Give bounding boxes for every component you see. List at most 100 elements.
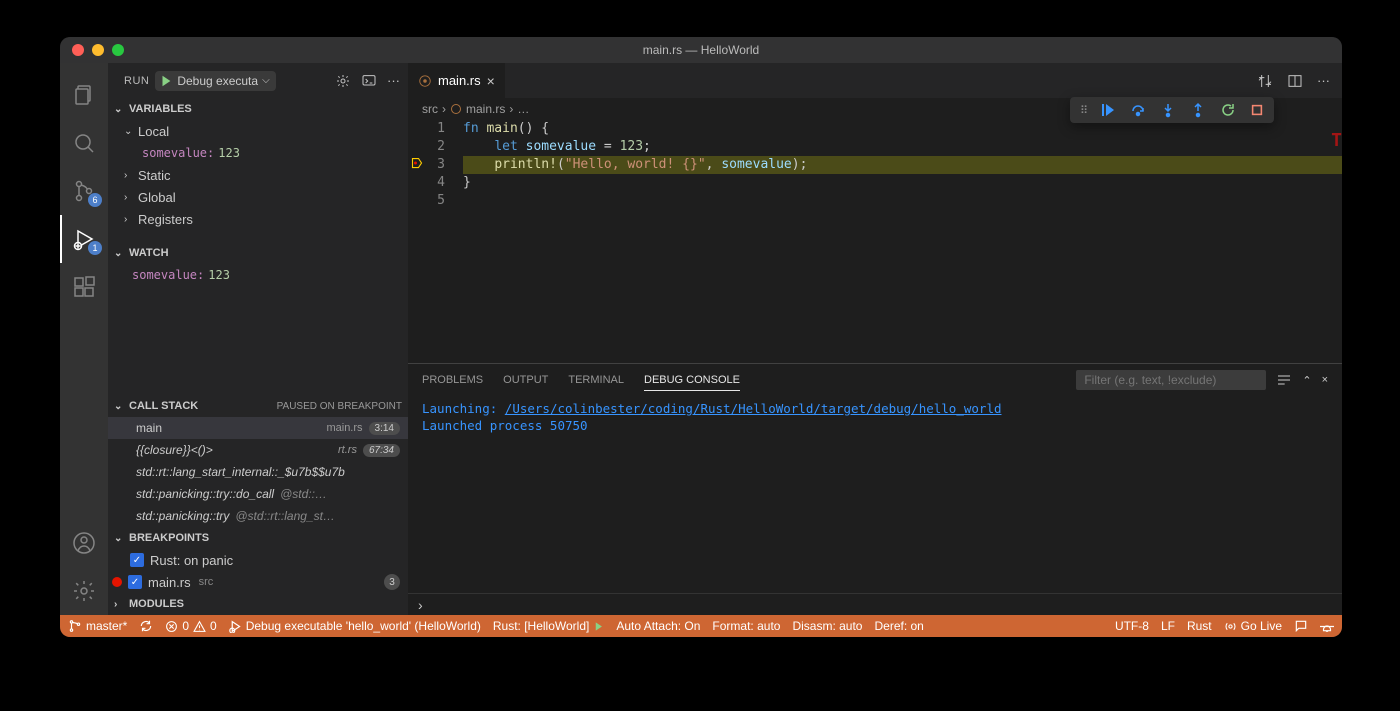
breakpoints-section-header[interactable]: ⌄BREAKPOINTS xyxy=(108,527,408,549)
rust-status[interactable]: Rust: [HelloWorld] xyxy=(493,619,604,633)
close-window-button[interactable] xyxy=(72,44,84,56)
format-status[interactable]: Format: auto xyxy=(712,619,780,633)
launch-path-link[interactable]: /Users/colinbester/coding/Rust/HelloWorl… xyxy=(505,401,1002,416)
debug-toolbar[interactable]: ⠿ xyxy=(1070,97,1274,123)
code-editor[interactable]: 1 2 3 4 5 fn main() { let somevalue = 12… xyxy=(408,120,1342,363)
continue-button[interactable] xyxy=(1100,102,1116,118)
debug-target-status[interactable]: Debug executable 'hello_world' (HelloWor… xyxy=(229,619,481,633)
modules-title: MODULES xyxy=(129,598,184,610)
minimize-window-button[interactable] xyxy=(92,44,104,56)
breakpoint-item[interactable]: ✓ main.rs src 3 xyxy=(108,571,408,593)
debug-config-selector[interactable]: Debug executa ⌵ xyxy=(155,71,275,91)
debug-console-icon[interactable] xyxy=(361,73,377,89)
breakpoints-title: BREAKPOINTS xyxy=(129,532,209,544)
feedback-icon[interactable] xyxy=(1294,619,1308,633)
watch-section-header[interactable]: ⌄WATCH xyxy=(108,242,408,264)
window-title: main.rs — HelloWorld xyxy=(643,43,759,57)
static-scope[interactable]: ›Static xyxy=(108,164,408,186)
go-live-status[interactable]: Go Live xyxy=(1224,619,1282,633)
editor-tab[interactable]: main.rs × xyxy=(408,63,506,98)
restart-button[interactable] xyxy=(1220,102,1236,118)
callstack-frame[interactable]: main main.rs 3:14 xyxy=(108,417,408,439)
activity-bar: 6 1 xyxy=(60,63,108,615)
watch-title: WATCH xyxy=(129,247,169,259)
more-actions-icon[interactable]: ··· xyxy=(1317,73,1330,88)
debug-sidebar: RUN Debug executa ⌵ ··· ⌄VARIABLES xyxy=(108,63,408,615)
source-control-icon[interactable]: 6 xyxy=(60,167,108,215)
run-debug-icon[interactable]: 1 xyxy=(60,215,108,263)
modules-section-header[interactable]: ›MODULES xyxy=(108,593,408,615)
checkbox-icon[interactable]: ✓ xyxy=(128,575,142,589)
accounts-icon[interactable] xyxy=(60,519,108,567)
maximize-window-button[interactable] xyxy=(112,44,124,56)
rust-file-icon xyxy=(450,103,462,115)
deref-status[interactable]: Deref: on xyxy=(874,619,923,633)
more-icon[interactable]: ··· xyxy=(387,73,400,89)
close-panel-icon[interactable]: × xyxy=(1322,374,1328,386)
sync-status[interactable] xyxy=(139,619,153,633)
debug-console-input-chevron[interactable]: › xyxy=(408,593,1342,615)
code-area[interactable]: fn main() { let somevalue = 123; println… xyxy=(463,120,1342,363)
filter-input[interactable] xyxy=(1076,370,1266,390)
callstack-frame[interactable]: {{closure}}<()> rt.rs 67:34 xyxy=(108,439,408,461)
chevron-down-icon: ⌵ xyxy=(262,75,270,86)
breakpoint-item[interactable]: ✓ Rust: on panic xyxy=(108,549,408,571)
tab-label: main.rs xyxy=(438,73,481,88)
auto-attach-status[interactable]: Auto Attach: On xyxy=(616,619,700,633)
callstack-frame[interactable]: std::panicking::try @std::rt::lang_st… xyxy=(108,505,408,527)
language-status[interactable]: Rust xyxy=(1187,619,1212,633)
errors-status[interactable]: 0 0 xyxy=(165,619,216,633)
watch-row[interactable]: somevalue:123 xyxy=(108,264,408,286)
disasm-status[interactable]: Disasm: auto xyxy=(792,619,862,633)
tab-terminal[interactable]: TERMINAL xyxy=(568,370,624,390)
callstack-frame[interactable]: std::rt::lang_start_internal::_$u7b$$u7b xyxy=(108,461,408,483)
rust-file-icon xyxy=(418,74,432,88)
close-tab-icon[interactable]: × xyxy=(487,73,495,89)
search-icon[interactable] xyxy=(60,119,108,167)
minimap-indicator: T xyxy=(1331,130,1342,151)
explorer-icon[interactable] xyxy=(60,71,108,119)
variable-row[interactable]: somevalue:123 xyxy=(108,142,408,164)
step-out-button[interactable] xyxy=(1190,102,1206,118)
step-into-button[interactable] xyxy=(1160,102,1176,118)
git-branch-status[interactable]: master* xyxy=(68,619,127,633)
debug-config-label: Debug executa xyxy=(177,74,258,88)
scm-badge: 6 xyxy=(88,193,102,207)
encoding-status[interactable]: UTF-8 xyxy=(1115,619,1149,633)
callstack-frame[interactable]: std::panicking::try::do_call @std::… xyxy=(108,483,408,505)
tab-output[interactable]: OUTPUT xyxy=(503,370,548,390)
editor-tabs: main.rs × ··· xyxy=(408,63,1342,98)
local-scope[interactable]: ⌄Local xyxy=(108,120,408,142)
debug-badge: 1 xyxy=(88,241,102,255)
bottom-panel: PROBLEMS OUTPUT TERMINAL DEBUG CONSOLE ⌃… xyxy=(408,363,1342,615)
callstack-section-header[interactable]: ⌄CALL STACK PAUSED ON BREAKPOINT xyxy=(108,395,408,417)
callstack-title: CALL STACK xyxy=(129,400,198,412)
run-label: RUN xyxy=(124,75,149,87)
debug-console-output[interactable]: Launching: /Users/colinbester/coding/Rus… xyxy=(408,396,1342,593)
breakpoint-dot-icon xyxy=(112,577,122,587)
collapse-panel-icon[interactable]: ⌃ xyxy=(1302,374,1311,387)
tab-debug-console[interactable]: DEBUG CONSOLE xyxy=(644,370,740,391)
checkbox-icon[interactable]: ✓ xyxy=(130,553,144,567)
global-scope[interactable]: ›Global xyxy=(108,186,408,208)
split-editor-icon[interactable] xyxy=(1287,73,1303,89)
callstack-status: PAUSED ON BREAKPOINT xyxy=(277,401,402,412)
variables-section-header[interactable]: ⌄VARIABLES xyxy=(108,98,408,120)
step-over-button[interactable] xyxy=(1130,102,1146,118)
tab-problems[interactable]: PROBLEMS xyxy=(422,370,483,390)
settings-gear-icon[interactable] xyxy=(60,567,108,615)
titlebar: main.rs — HelloWorld xyxy=(60,37,1342,63)
extensions-icon[interactable] xyxy=(60,263,108,311)
notifications-icon[interactable] xyxy=(1320,619,1334,633)
compare-changes-icon[interactable] xyxy=(1257,73,1273,89)
registers-scope[interactable]: ›Registers xyxy=(108,208,408,230)
word-wrap-icon[interactable] xyxy=(1276,372,1292,388)
start-debug-icon[interactable] xyxy=(159,74,173,88)
drag-handle-icon[interactable]: ⠿ xyxy=(1080,104,1086,117)
breakpoint-frame-marker-icon[interactable] xyxy=(410,156,424,170)
status-bar: master* 0 0 Debug executable 'hello_worl… xyxy=(60,615,1342,637)
variables-title: VARIABLES xyxy=(129,103,192,115)
eol-status[interactable]: LF xyxy=(1161,619,1175,633)
stop-button[interactable] xyxy=(1250,103,1264,117)
gear-icon[interactable] xyxy=(335,73,351,89)
